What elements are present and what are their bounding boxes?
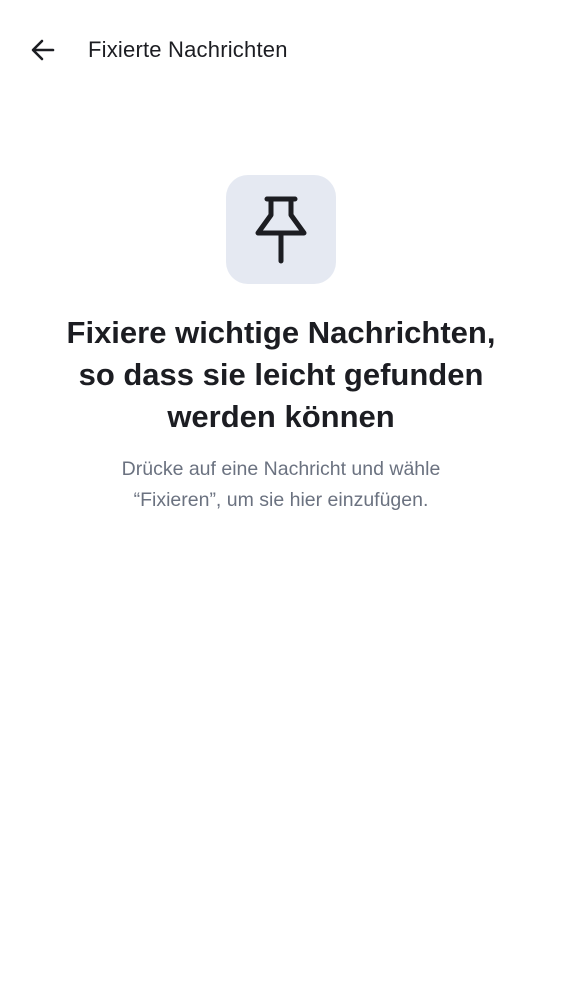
empty-state-hint: Drücke auf eine Nachricht und wähle “Fix…	[46, 454, 516, 516]
screen-title: Fixierte Nachrichten	[88, 37, 288, 62]
headline-line: Fixiere wichtige Nachrichten,	[66, 315, 496, 350]
hint-line: Drücke auf eine Nachricht und wähle	[121, 458, 441, 480]
app-bar: Fixierte Nachrichten	[0, 0, 562, 100]
headline-line: so dass sie leicht gefunden	[78, 357, 484, 392]
pin-icon	[255, 196, 307, 263]
back-button[interactable]	[22, 29, 64, 71]
pin-icon-tile	[226, 175, 336, 284]
empty-state-headline: Fixiere wichtige Nachrichten, so dass si…	[31, 312, 531, 438]
headline-line: werden können	[167, 399, 395, 434]
arrow-left-icon	[31, 39, 55, 61]
empty-state: Fixiere wichtige Nachrichten, so dass si…	[0, 175, 562, 516]
hint-line: “Fixieren”, um sie hier einzufügen.	[133, 489, 429, 511]
